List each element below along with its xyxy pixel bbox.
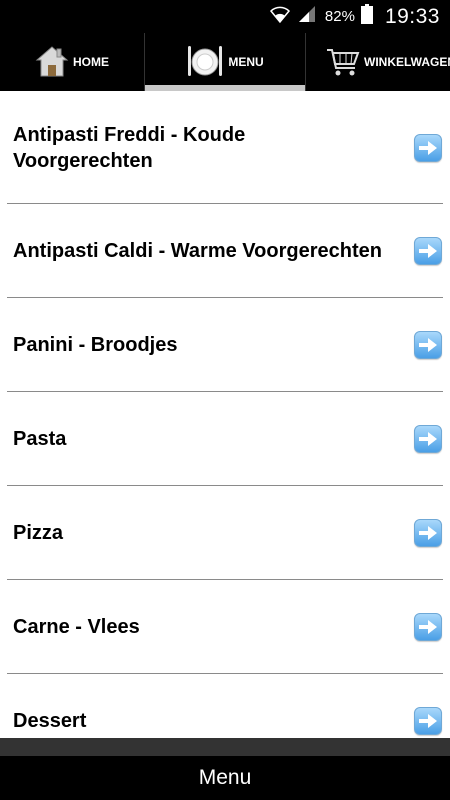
signal-icon (297, 4, 317, 29)
tab-home[interactable]: HOME (0, 33, 144, 91)
menu-category-list: Antipasti Freddi - Koude Voorgerechten A… (0, 91, 450, 738)
tab-menu[interactable]: MENU (144, 33, 306, 91)
tab-winkelwagen-label: WINKELWAGEN (364, 55, 450, 69)
bottom-bar-divider (0, 738, 450, 756)
arrow-right-icon[interactable] (414, 425, 442, 453)
house-icon (35, 44, 69, 81)
tab-bar: HOME MENU WINKELWAGEN (0, 33, 450, 91)
shopping-cart-icon (326, 44, 360, 81)
list-item[interactable]: Antipasti Caldi - Warme Voorgerechten (0, 204, 450, 298)
list-item[interactable]: Carne - Vlees (0, 580, 450, 674)
list-item-label: Pizza (13, 522, 64, 544)
list-item-label: Pasta (13, 428, 67, 450)
bottom-bar: Menu (0, 738, 450, 800)
battery-percentage: 82% (324, 8, 355, 25)
list-item-label: Antipasti Caldi - Warme Voorgerechten (13, 240, 382, 262)
list-item[interactable]: Dessert (0, 674, 450, 738)
arrow-right-icon[interactable] (414, 707, 442, 735)
wifi-icon (269, 4, 291, 29)
plate-cutlery-icon (186, 43, 224, 82)
list-item[interactable]: Antipasti Freddi - Koude Voorgerechten (0, 91, 450, 204)
list-item[interactable]: Pasta (0, 392, 450, 486)
list-item[interactable]: Pizza (0, 486, 450, 580)
arrow-right-icon[interactable] (414, 519, 442, 547)
list-item-label: Panini - Broodjes (13, 334, 178, 356)
clock: 19:33 (384, 4, 440, 28)
tab-winkelwagen[interactable]: WINKELWAGEN (306, 33, 450, 91)
arrow-right-icon[interactable] (414, 331, 442, 359)
arrow-right-icon[interactable] (414, 613, 442, 641)
list-item-label: Dessert (13, 710, 87, 732)
tab-home-label: HOME (73, 55, 109, 69)
arrow-right-icon[interactable] (414, 133, 442, 162)
list-item-label: Carne - Vlees (13, 616, 140, 638)
tab-menu-label: MENU (228, 55, 264, 69)
arrow-right-icon[interactable] (414, 237, 442, 265)
list-item[interactable]: Panini - Broodjes (0, 298, 450, 392)
list-item-label: Antipasti Freddi - Koude Voorgerechten (13, 123, 246, 172)
battery-icon (360, 4, 373, 29)
footer-title[interactable]: Menu (0, 756, 450, 800)
status-bar: 82% 19:33 (0, 0, 450, 33)
